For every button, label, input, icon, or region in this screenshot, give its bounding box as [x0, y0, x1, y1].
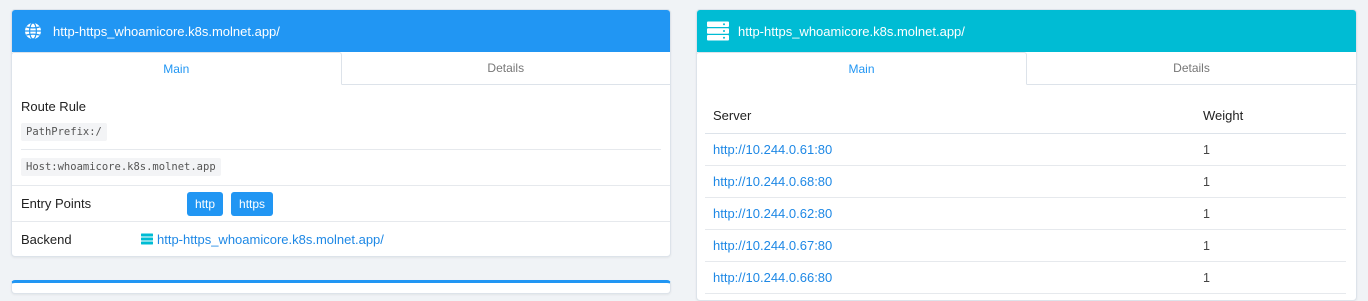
- route-rule-section: Route Rule PathPrefix:/ Host:whoamicore.…: [12, 85, 670, 185]
- server-weight: 1: [1195, 197, 1346, 230]
- server-link[interactable]: http://10.244.0.67:80: [713, 238, 832, 253]
- frontend-card: http-https_whoamicore.k8s.molnet.app/ Ma…: [11, 9, 671, 257]
- backend-card: http-https_whoamicore.k8s.molnet.app/ Ma…: [696, 9, 1357, 301]
- tab-details[interactable]: Details: [342, 52, 671, 84]
- column-header-weight: Weight: [1195, 97, 1346, 134]
- frontend-title: http-https_whoamicore.k8s.molnet.app/: [53, 23, 280, 39]
- entry-points-row: Entry Points http https: [12, 186, 670, 221]
- backend-tabs: Main Details: [697, 52, 1356, 85]
- server-weight: 1: [1195, 133, 1346, 166]
- table-row: http://10.244.0.67:80 1: [705, 229, 1346, 262]
- backend-title: http-https_whoamicore.k8s.molnet.app/: [738, 23, 965, 39]
- backend-link[interactable]: http-https_whoamicore.k8s.molnet.app/: [157, 232, 384, 247]
- server-weight: 1: [1195, 261, 1346, 294]
- server-icon: [707, 20, 729, 42]
- servers-table: Server Weight http://10.244.0.61:80 1 ht…: [705, 97, 1346, 294]
- route-rule-host: Host:whoamicore.k8s.molnet.app: [21, 158, 221, 176]
- server-weight: 1: [1195, 229, 1346, 262]
- entry-point-badge-https[interactable]: https: [231, 191, 274, 216]
- server-icon: [141, 233, 153, 245]
- server-link[interactable]: http://10.244.0.68:80: [713, 174, 832, 189]
- tab-main[interactable]: Main: [12, 52, 342, 85]
- route-rule-label: Route Rule: [21, 99, 87, 114]
- backend-card-header: http-https_whoamicore.k8s.molnet.app/: [697, 10, 1356, 52]
- entry-point-badge-http[interactable]: http: [187, 191, 224, 216]
- globe-icon: [22, 20, 44, 42]
- backend-label: Backend: [21, 231, 72, 247]
- table-header-row: Server Weight: [705, 97, 1346, 134]
- server-link[interactable]: http://10.244.0.62:80: [713, 206, 832, 221]
- table-row: http://10.244.0.62:80 1: [705, 197, 1346, 230]
- server-weight: 1: [1195, 165, 1346, 198]
- tab-details[interactable]: Details: [1027, 52, 1356, 84]
- server-link[interactable]: http://10.244.0.61:80: [713, 142, 832, 157]
- backend-row: Backend http-https_whoamicore.k8s.molnet…: [12, 222, 670, 256]
- server-link[interactable]: http://10.244.0.66:80: [713, 270, 832, 285]
- table-row: http://10.244.0.61:80 1: [705, 133, 1346, 166]
- tab-main[interactable]: Main: [697, 52, 1027, 85]
- table-row: http://10.244.0.66:80 1: [705, 261, 1346, 294]
- table-row: http://10.244.0.68:80 1: [705, 165, 1346, 198]
- next-frontend-card: [11, 280, 671, 294]
- column-header-server: Server: [705, 97, 1195, 134]
- entry-points-label: Entry Points: [21, 196, 92, 211]
- route-rule-path: PathPrefix:/: [21, 123, 107, 141]
- frontend-tabs: Main Details: [12, 52, 670, 85]
- frontend-card-header: http-https_whoamicore.k8s.molnet.app/: [12, 10, 670, 52]
